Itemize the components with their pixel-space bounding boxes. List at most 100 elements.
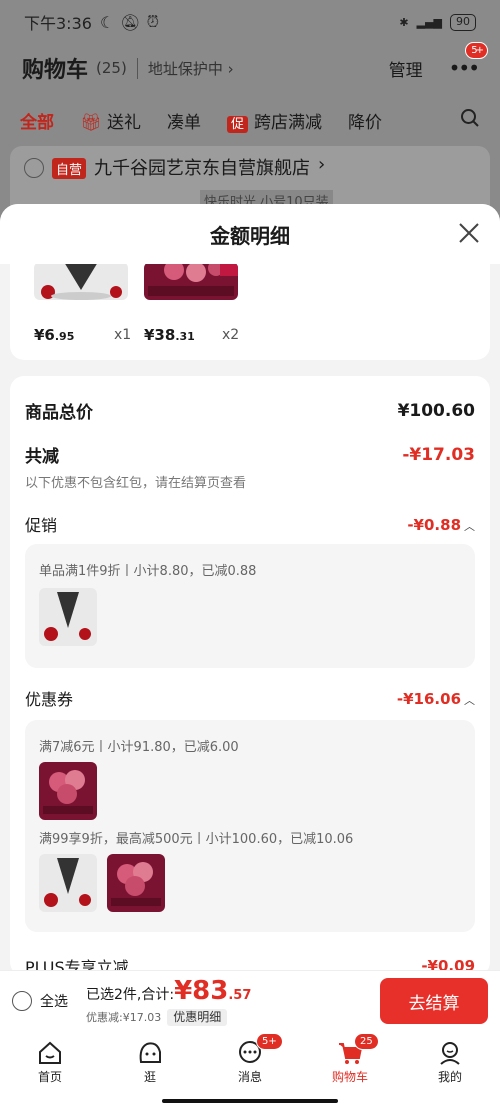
price-int: ¥38 [144,326,176,344]
product-qty-1: x1 [114,327,132,343]
promo-rule: 单品满1件9折丨小计8.80，已减0.88 [39,564,257,579]
price-dec: .31 [175,330,195,343]
product-image-rose[interactable] [34,264,128,300]
home-indicator [0,1093,500,1111]
reduce-note: 以下优惠不包含红包，请在结算页查看 [25,476,247,491]
tab-mine-label: 我的 [437,1069,462,1084]
coupon-product-image-2[interactable] [39,854,97,912]
select-all-label[interactable]: 全选 [40,991,68,1011]
moon-icon: ☾ [99,12,115,32]
total-value: ¥100.60 [397,400,475,421]
tab-browse-label: 逛 [143,1069,156,1084]
tab-messages[interactable]: 消息 5+ [200,1031,300,1093]
signal-icon: ▂▄▆ [416,15,442,29]
sum-block: 已选2件,合计:¥83.57 优惠减:¥17.03 优惠明细 [86,976,251,1026]
browse-face-icon [139,1041,161,1063]
status-bar: 下午3:36 ☾ 🔕︎ ⏰︎ ✱ ▂▄▆ 90 [0,0,500,44]
battery-indicator: 90 [450,13,476,31]
tab-home[interactable]: 首页 [0,1031,100,1093]
amount-detail-sheet: 金额明细 ¥6.95 x1 ¥38.31 x2 商品总价 ¥100.60 共减 … [0,204,500,970]
mute-bell-icon: 🔕︎ [120,12,141,32]
filter-cross-store[interactable]: 促跨店满减 [227,108,322,133]
cart-title: 购物车 [22,58,89,83]
more-menu-icon[interactable]: ••• 5+ [449,42,488,80]
tab-messages-label: 消息 [237,1069,262,1084]
total-label: 商品总价 [25,403,93,423]
sheet-title: 金额明细 [210,223,290,248]
total-row: 商品总价 ¥100.60 [25,398,475,424]
reduce-label: 共减 [25,447,59,467]
address-protect-label: 地址保护中 [147,59,223,78]
coupon-value-group: -¥16.06 ︿ [397,689,475,708]
gift-icon: 🎁︎ [80,112,102,133]
cart-count: (25) [96,59,127,77]
filter-price-drop[interactable]: 降价 [348,108,382,133]
alarm-icon: ⏰︎ [146,12,160,31]
coupon-rule-1: 满7减6元丨小计91.80，已减6.00 [39,740,239,755]
promo-value-group: -¥0.88 ︿ [407,515,475,534]
tab-browse[interactable]: 逛 [100,1031,200,1093]
filter-cross-store-label: 跨店满减 [254,112,323,133]
filter-bundle[interactable]: 凑单 [167,108,201,133]
filter-gift[interactable]: 🎁︎ 送礼 [80,108,141,133]
tab-cart-label: 购物车 [331,1069,368,1084]
manage-button[interactable]: 管理 [389,56,423,81]
discount-text: 优惠减:¥17.03 [86,1010,162,1024]
cart-header: 购物车 (25) 地址保护中 › 管理 ••• 5+ [0,42,500,92]
chevron-up-icon[interactable]: ︿ [464,694,475,707]
reduce-note-row: 以下优惠不包含红包，请在结算页查看 [25,472,475,491]
checkout-bar: 全选 已选2件,合计:¥83.57 优惠减:¥17.03 优惠明细 去结算 [0,970,500,1031]
coupon-product-image-3[interactable] [107,854,165,912]
tab-home-label: 首页 [37,1069,62,1084]
status-time: 下午3:36 [24,14,92,33]
plus-row: PLUS专享立减 -¥0.09 [25,954,475,970]
promo-tag: 促 [227,115,249,133]
product-image-bouquet[interactable] [144,264,238,300]
address-protect-link[interactable]: 地址保护中 › [136,57,234,79]
bottom-tab-bar: 首页 逛 消息 5+ 购物车 25 我的 [0,1031,500,1093]
product-price-2: ¥38.31 [144,326,195,344]
reduce-row: 共减 -¥17.03 [25,442,475,468]
more-badge: 5+ [465,42,488,59]
search-icon[interactable] [460,108,480,133]
promo-row[interactable]: 促销 -¥0.88 ︿ [25,512,475,536]
bluetooth-icon: ✱ [399,15,409,29]
price-int: ¥6 [34,326,55,344]
store-name[interactable]: 九千谷园艺京东自营旗舰店 [94,154,310,180]
promo-value: -¥0.88 [407,515,461,534]
chevron-right-icon: › [318,154,326,175]
store-select-radio[interactable] [24,158,44,178]
home-icon [39,1041,61,1064]
promo-detail-box: 单品满1件9折丨小计8.80，已减0.88 [25,544,475,668]
coupon-rule-2: 满99享9折，最高减500元丨小计100.60，已减10.06 [39,832,354,847]
reduce-value: -¥17.03 [402,444,475,465]
close-icon[interactable] [456,220,482,246]
messages-badge: 5+ [256,1033,283,1050]
tab-mine[interactable]: 我的 [400,1031,500,1093]
filter-bar: 全部 🎁︎ 送礼 凑单 促跨店满减 降价 [0,98,500,142]
chevron-up-icon[interactable]: ︿ [464,520,475,533]
tab-cart[interactable]: 购物车 25 [300,1031,400,1093]
coupon-product-image-1[interactable] [39,762,97,820]
grand-total: ¥83.57 [174,976,252,1006]
price-dec: .95 [54,330,75,343]
checkout-button[interactable]: 去结算 [380,978,488,1024]
selected-text: 已选2件,合计: [86,987,175,1004]
sum-line: 已选2件,合计:¥83.57 [86,976,251,1007]
discount-detail-button[interactable]: 优惠明细 [167,1009,228,1026]
promo-product-image[interactable] [39,588,97,646]
price-detail-card: 商品总价 ¥100.60 共减 -¥17.03 以下优惠不包含红包，请在结算页查… [10,376,490,970]
profile-icon [440,1041,460,1065]
discount-line: 优惠减:¥17.03 优惠明细 [86,1009,251,1026]
filter-all[interactable]: 全部 [20,108,54,133]
grand-total-dec: .57 [228,988,252,1004]
promo-label: 促销 [25,516,58,535]
product-qty-2: x2 [222,327,240,343]
plus-value: -¥0.09 [421,957,475,970]
self-operated-tag: 自营 [52,158,87,179]
select-all-radio[interactable] [12,991,32,1011]
coupon-row[interactable]: 优惠券 -¥16.06 ︿ [25,686,475,710]
sheet-header: 金额明细 [0,204,500,264]
product-price-1: ¥6.95 [34,326,74,344]
product-strip: ¥6.95 x1 ¥38.31 x2 [10,264,490,360]
